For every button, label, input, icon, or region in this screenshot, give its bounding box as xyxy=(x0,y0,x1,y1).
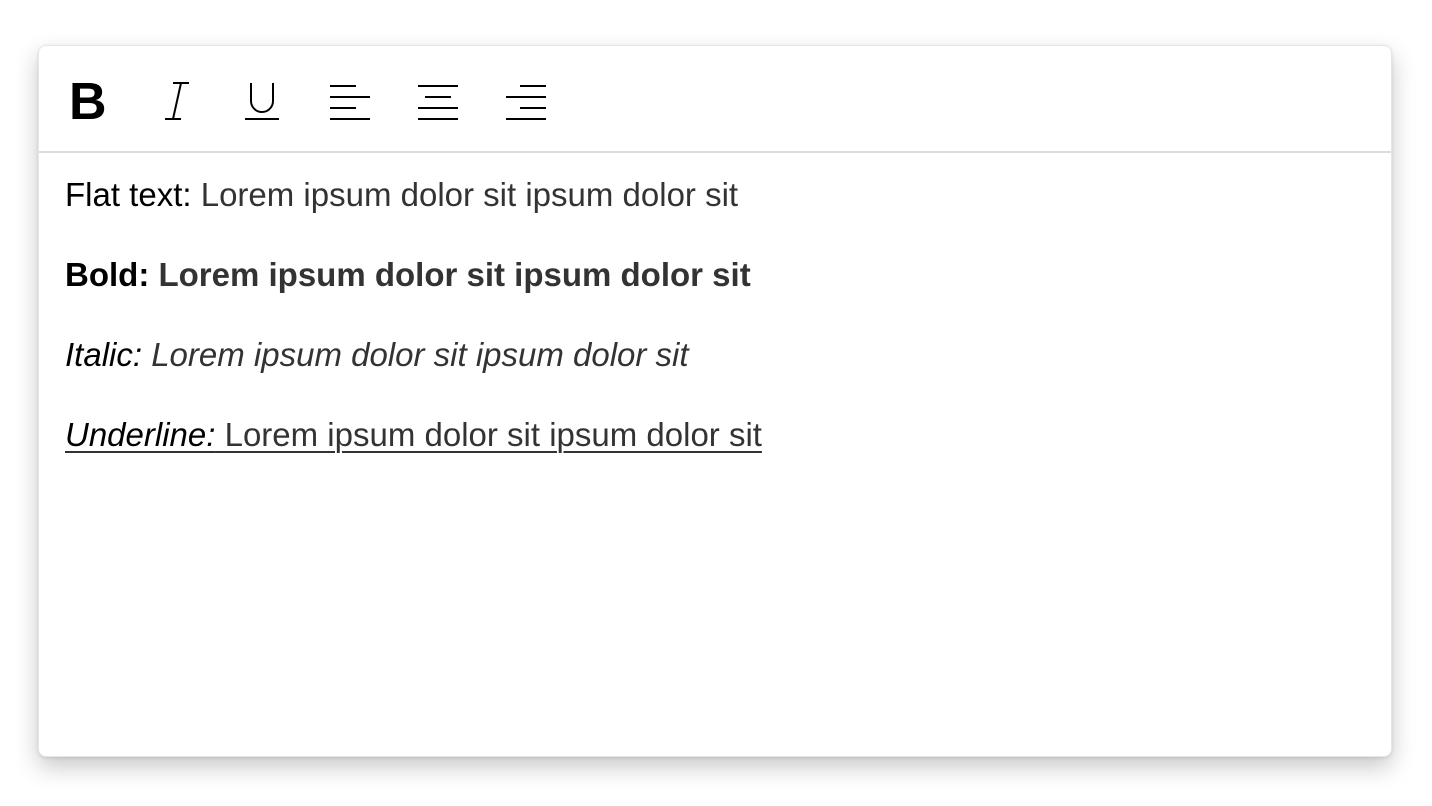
align-left-button[interactable] xyxy=(325,74,375,128)
align-center-icon xyxy=(418,85,458,120)
formatting-toolbar: B xyxy=(39,46,1391,153)
align-right-icon xyxy=(506,85,546,120)
bold-button[interactable]: B xyxy=(61,74,111,128)
italic-text-line: Italic: Lorem ipsum dolor sit ipsum dolo… xyxy=(65,335,1365,375)
flat-text-body: Lorem ipsum dolor sit ipsum dolor sit xyxy=(191,176,739,213)
align-right-button[interactable] xyxy=(501,74,551,128)
underline-text-body: Lorem ipsum dolor sit ipsum dolor sit xyxy=(215,416,762,453)
underline-text-label: Underline: xyxy=(65,416,216,453)
flat-text-label: Flat text: xyxy=(65,176,192,213)
italic-text-label: Italic: xyxy=(65,336,143,373)
underline-icon xyxy=(245,83,279,120)
svg-text:B: B xyxy=(69,79,106,123)
underline-button[interactable] xyxy=(237,74,287,128)
align-left-icon xyxy=(330,85,370,120)
bold-icon: B xyxy=(69,79,106,123)
italic-text-body: Lorem ipsum dolor sit ipsum dolor sit xyxy=(142,336,689,373)
editor-content[interactable]: Flat text: Lorem ipsum dolor sit ipsum d… xyxy=(39,153,1391,455)
bold-text-label: Bold: xyxy=(65,256,150,293)
italic-button[interactable] xyxy=(149,74,199,128)
rich-text-editor: B Flat text: Lorem ipsum dolor sit ipsum… xyxy=(38,45,1392,757)
align-center-button[interactable] xyxy=(413,74,463,128)
flat-text-line: Flat text: Lorem ipsum dolor sit ipsum d… xyxy=(65,175,1365,215)
bold-text-line: Bold: Lorem ipsum dolor sit ipsum dolor … xyxy=(65,255,1365,295)
italic-icon xyxy=(165,82,189,120)
bold-text-body: Lorem ipsum dolor sit ipsum dolor sit xyxy=(149,256,751,293)
underline-text-line: Underline: Lorem ipsum dolor sit ipsum d… xyxy=(65,415,1365,455)
